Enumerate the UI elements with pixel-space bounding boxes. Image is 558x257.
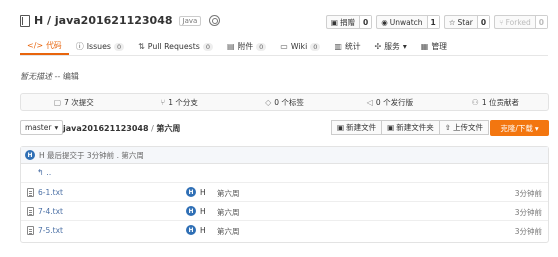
- tab-services[interactable]: ✣ 服务 ▾: [368, 38, 414, 55]
- repo-title-block: H / java201621123048 Java: [20, 14, 221, 27]
- commit-author[interactable]: H H: [186, 206, 206, 216]
- fork-icon: ⑂: [499, 17, 504, 27]
- chevron-down-icon: ▾: [534, 123, 539, 133]
- releases-stat[interactable]: ◁ 0 个发行版: [337, 94, 442, 110]
- file-link[interactable]: 6-1.txt: [27, 188, 63, 197]
- commit-message[interactable]: 第六周: [217, 207, 240, 218]
- breadcrumb: java201621123048 / 第六周: [63, 123, 180, 134]
- upload-icon: ⇧: [444, 123, 451, 132]
- forked-button[interactable]: ⑂ Forked 0: [494, 15, 548, 29]
- attachment-icon: ▤: [226, 42, 235, 51]
- tab-pull-requests[interactable]: ⇅ Pull Requests 0: [131, 38, 220, 55]
- file-row: 7-4.txt H H 第六周 3分钟前: [21, 202, 548, 221]
- tag-icon: ◇: [265, 97, 272, 107]
- repo-description: 暂无描述 -- 编辑: [20, 71, 79, 82]
- file-icon: [27, 226, 34, 235]
- parent-dir-row[interactable]: ↰ ..: [21, 164, 548, 183]
- commit-author[interactable]: H H: [186, 225, 206, 235]
- admin-icon: ▦: [420, 42, 429, 51]
- repo-actions: ▣ 捐赠 0 ◉ Unwatch 1 ☆ Star 0 ⑂ Forked 0: [325, 15, 548, 29]
- release-icon: ◁: [366, 97, 373, 107]
- issue-icon: ⓘ: [75, 42, 84, 51]
- unwatch-button[interactable]: ◉ Unwatch 1: [376, 15, 440, 29]
- new-folder-button[interactable]: ▣ 新建文件夹: [382, 120, 440, 135]
- tab-code[interactable]: </> 代码: [20, 38, 69, 55]
- chevron-down-icon: ▾: [402, 42, 407, 51]
- chevron-down-icon: ▾: [54, 123, 59, 132]
- description-text: 暂无描述 --: [20, 72, 61, 81]
- contributors-stat[interactable]: ⚇ 1 位贡献者: [443, 94, 548, 110]
- repo-title[interactable]: H / java201621123048: [34, 14, 173, 27]
- tab-admin[interactable]: ▦ 管理: [414, 38, 454, 55]
- tab-attachments[interactable]: ▤ 附件 0: [220, 38, 273, 55]
- language-tag[interactable]: Java: [178, 15, 202, 26]
- service-icon: ✣: [374, 42, 382, 51]
- issues-count: 0: [113, 42, 125, 51]
- branch-toolbar: master ▾ java201621123048 / 第六周 ▣ 新建文件 ▣…: [20, 120, 549, 136]
- fork-count: 0: [534, 16, 547, 28]
- file-list: H H 最后提交于 3分钟前 . 第六周 ↰ .. 6-1.txt H H 第六…: [20, 146, 549, 243]
- tab-stats[interactable]: ▥ 统计: [327, 38, 367, 55]
- commit-message[interactable]: 第六周: [217, 226, 240, 237]
- tab-issues[interactable]: ⓘ Issues 0: [69, 38, 131, 55]
- breadcrumb-folder: 第六周: [156, 124, 181, 133]
- avatar: H: [186, 206, 196, 216]
- tab-wiki[interactable]: ▭ Wiki 0: [273, 38, 327, 55]
- tags-stat[interactable]: ◇ 0 个标签: [232, 94, 337, 110]
- upload-file-button[interactable]: ⇧ 上传文件: [439, 120, 489, 135]
- commit-icon: ▢: [53, 97, 62, 107]
- pull-request-icon: ⇅: [138, 42, 145, 51]
- new-file-button[interactable]: ▣ 新建文件: [331, 120, 383, 135]
- commit-time: 3分钟前: [514, 227, 542, 236]
- avatar[interactable]: H: [25, 150, 35, 160]
- file-actions: ▣ 新建文件 ▣ 新建文件夹 ⇧ 上传文件: [331, 120, 489, 135]
- return-arrow-icon: ↰: [37, 168, 44, 177]
- file-icon: [27, 188, 34, 197]
- branches-stat[interactable]: ⑂ 1 个分支: [126, 94, 231, 110]
- commit-author[interactable]: H H: [186, 187, 206, 197]
- donate-icon: ▣: [330, 17, 338, 27]
- avatar: H: [186, 225, 196, 235]
- new-file-icon: ▣: [337, 123, 345, 132]
- commit-time: 3分钟前: [514, 208, 542, 217]
- file-row: 6-1.txt H H 第六周 3分钟前: [21, 183, 548, 202]
- wiki-icon: ▭: [280, 42, 288, 51]
- stats-icon: ▥: [334, 42, 342, 51]
- star-icon: ☆: [448, 17, 456, 27]
- breadcrumb-repo[interactable]: java201621123048: [63, 124, 149, 133]
- parent-dir-link[interactable]: ↰ ..: [37, 168, 51, 177]
- repo-tabs: </> 代码 ⓘ Issues 0 ⇅ Pull Requests 0 ▤ 附件…: [20, 38, 548, 56]
- file-link[interactable]: 7-5.txt: [27, 226, 63, 235]
- repo-book-icon: [20, 14, 30, 27]
- avatar: H: [186, 187, 196, 197]
- contributor-icon: ⚇: [471, 97, 479, 107]
- commit-message[interactable]: 第六周: [217, 188, 240, 199]
- last-commit-row: H H 最后提交于 3分钟前 . 第六周: [21, 147, 548, 164]
- new-folder-icon: ▣: [387, 123, 395, 132]
- donate-button[interactable]: ▣ 捐赠 0: [325, 15, 373, 29]
- file-link[interactable]: 7-4.txt: [27, 207, 63, 216]
- donate-count: 0: [358, 16, 372, 28]
- wiki-count: 0: [310, 42, 321, 51]
- file-row: 7-5.txt H H 第六周 3分钟前: [21, 221, 548, 240]
- repo-stats-bar: ▢ 7 次提交 ⑂ 1 个分支 ◇ 0 个标签 ◁ 0 个发行版 ⚇ 1 位贡献…: [20, 93, 549, 111]
- repo-source-icon[interactable]: [209, 15, 221, 26]
- branch-icon: ⑂: [160, 97, 166, 107]
- watch-count: 1: [426, 16, 439, 28]
- clone-download-button[interactable]: 克隆/下载 ▾: [490, 120, 549, 136]
- star-button[interactable]: ☆ Star 0: [443, 15, 491, 29]
- repo-header: H / java201621123048 Java ▣ 捐赠 0 ◉ Unwatch…: [20, 14, 548, 32]
- last-commit-text: H 最后提交于 3分钟前 . 第六周: [39, 150, 144, 160]
- branch-select[interactable]: master ▾: [20, 120, 64, 135]
- eye-icon: ◉: [381, 17, 388, 27]
- edit-description-link[interactable]: 编辑: [63, 72, 79, 81]
- attachments-count: 0: [256, 42, 267, 51]
- star-count: 0: [476, 16, 490, 28]
- pull-requests-count: 0: [202, 42, 213, 51]
- file-icon: [27, 207, 34, 216]
- code-icon: </>: [27, 41, 44, 50]
- commits-stat[interactable]: ▢ 7 次提交: [21, 94, 126, 110]
- commit-time: 3分钟前: [514, 189, 542, 198]
